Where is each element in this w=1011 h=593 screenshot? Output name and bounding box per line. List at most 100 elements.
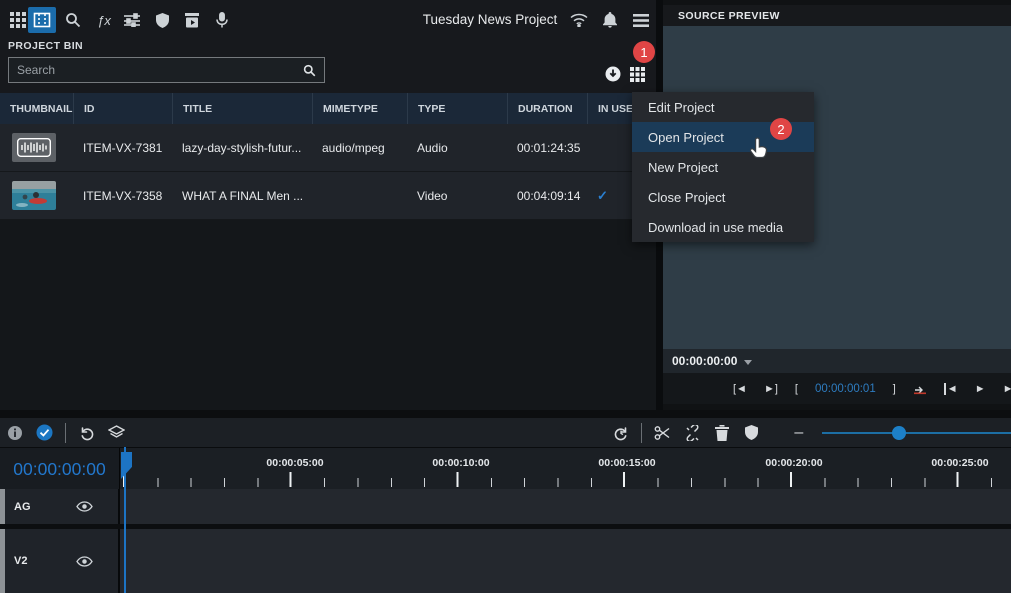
track-row-v2: V2 <box>0 529 1011 593</box>
menu-item-close-project[interactable]: Close Project <box>632 182 814 212</box>
ruler-label: 00:00:20:00 <box>754 457 834 469</box>
track-header[interactable]: V2 <box>0 529 120 593</box>
cell-id: ITEM-VX-7381 <box>73 141 172 155</box>
prev-frame-button[interactable]: ◄ <box>944 383 958 395</box>
ruler-label: 00:00:10:00 <box>421 457 501 469</box>
project-title: Tuesday News Project <box>420 12 560 27</box>
marker-shield-icon[interactable] <box>737 425 766 440</box>
wifi-icon[interactable] <box>565 7 593 33</box>
project-bin-panel: ƒx Tuesday News Project <box>0 0 656 410</box>
media-table: THUMBNAIL ID TITLE MIMETYPE TYPE DURATIO… <box>0 93 656 220</box>
preview-timecode[interactable]: 00:00:00:00 <box>672 354 737 368</box>
source-preview-title: SOURCE PREVIEW <box>663 5 1011 26</box>
menu-item-download-in-use-media[interactable]: Download in use media <box>632 212 814 242</box>
timeline-ruler[interactable]: 00:00:05:00 00:00:10:00 00:00:15:00 00:0… <box>121 448 1011 490</box>
eye-icon[interactable] <box>76 556 93 567</box>
cell-type: Audio <box>407 141 507 155</box>
media-export-icon[interactable] <box>178 7 206 33</box>
adjustments-icon[interactable] <box>118 7 146 33</box>
autosave-check-icon[interactable] <box>29 424 58 441</box>
video-thumbnail <box>12 181 56 210</box>
col-title[interactable]: TITLE <box>172 93 312 124</box>
search-icon[interactable] <box>59 7 87 33</box>
delete-icon[interactable] <box>707 425 736 441</box>
play-button[interactable]: ► <box>975 383 986 395</box>
panel-title: PROJECT BIN <box>8 40 83 52</box>
search-submit-icon[interactable] <box>303 64 316 77</box>
col-id[interactable]: ID <box>73 93 172 124</box>
slider-handle[interactable] <box>892 426 906 440</box>
mark-out-button[interactable]: ] <box>893 383 896 395</box>
timeline-ruler-row: 00:00:00:00 00:00:05:00 00:00:10:00 00:0… <box>0 447 1011 489</box>
track-row-ag: AG <box>0 489 1011 524</box>
ruler-label: 00:00:15:00 <box>587 457 667 469</box>
track-lane <box>120 489 1011 524</box>
info-icon[interactable] <box>0 425 29 441</box>
track-name: V2 <box>14 555 27 567</box>
cell-duration: 00:01:24:35 <box>507 141 587 155</box>
preview-timecode-bar: 00:00:00:00 <box>663 349 1011 373</box>
layers-icon[interactable] <box>101 425 130 440</box>
unlink-icon[interactable] <box>678 425 707 441</box>
track-grip-handle[interactable] <box>0 489 5 524</box>
cell-duration: 00:04:09:14 <box>507 189 587 203</box>
cell-mimetype: audio/mpeg <box>312 141 407 155</box>
track-header[interactable]: AG <box>0 489 120 524</box>
timeline-zoom-slider[interactable] <box>822 426 1011 440</box>
cut-icon[interactable] <box>648 425 677 441</box>
col-mimetype[interactable]: MIMETYPE <box>312 93 407 124</box>
cell-id: ITEM-VX-7358 <box>73 189 172 203</box>
col-type[interactable]: TYPE <box>407 93 507 124</box>
bin-empty-area <box>0 220 656 410</box>
in-use-check-icon: ✓ <box>587 188 638 204</box>
col-in-use[interactable]: IN USE <box>587 93 638 124</box>
next-frame-button[interactable]: ► <box>1003 383 1011 395</box>
track-grip-handle[interactable] <box>0 529 5 593</box>
project-grid-icon[interactable] <box>630 67 645 82</box>
annotation-step-1: 1 <box>633 41 655 63</box>
notifications-icon[interactable] <box>596 7 624 33</box>
table-row[interactable]: ITEM-VX-7358 WHAT A FINAL Men ... Video … <box>0 172 656 220</box>
cell-title: WHAT A FINAL Men ... <box>172 189 312 203</box>
ruler-label: 00:00:25:00 <box>920 457 1000 469</box>
goto-in-button[interactable]: [◄ <box>733 383 747 395</box>
app-toolbar: ƒx Tuesday News Project <box>0 0 656 40</box>
search-box <box>8 57 325 83</box>
cell-title: lazy-day-stylish-futur... <box>172 141 312 155</box>
transport-controls: [◄ ►] [ 00:00:00:01 ] ◄ ► ► <box>663 373 1011 404</box>
download-icon[interactable] <box>605 66 621 82</box>
undo-icon[interactable] <box>72 425 101 441</box>
microphone-icon[interactable] <box>208 7 236 33</box>
goto-out-button[interactable]: ►] <box>764 383 778 395</box>
transport-timecode[interactable]: 00:00:00:01 <box>815 383 876 395</box>
col-duration[interactable]: DURATION <box>507 93 587 124</box>
menu-item-new-project[interactable]: New Project <box>632 152 814 182</box>
audio-thumbnail <box>12 133 56 162</box>
table-header: THUMBNAIL ID TITLE MIMETYPE TYPE DURATIO… <box>0 93 656 124</box>
track-lane <box>120 529 1011 593</box>
playhead-timecode: 00:00:00:00 <box>0 448 120 490</box>
mark-in-button[interactable]: [ <box>795 383 798 395</box>
chevron-down-icon[interactable] <box>744 360 752 365</box>
shield-icon[interactable] <box>148 7 176 33</box>
track-name: AG <box>14 501 31 513</box>
menu-icon[interactable] <box>627 7 655 33</box>
annotation-step-2: 2 <box>770 118 792 140</box>
search-input[interactable] <box>9 63 303 77</box>
cell-type: Video <box>407 189 507 203</box>
timeline-toolbar: – <box>0 418 1011 447</box>
timeline-panel: – 00:00:00:00 00:00:05:00 00:00:10:00 00… <box>0 410 1011 593</box>
ruler-label: 00:00:05:00 <box>255 457 335 469</box>
zoom-out-icon[interactable]: – <box>784 424 813 442</box>
insert-edit-icon[interactable] <box>913 383 927 395</box>
col-thumbnail[interactable]: THUMBNAIL <box>0 93 73 124</box>
ruler-ticks-major <box>121 472 1011 487</box>
project-bin-icon[interactable] <box>28 7 56 33</box>
eye-icon[interactable] <box>76 501 93 512</box>
effects-icon[interactable]: ƒx <box>90 7 118 33</box>
history-icon[interactable] <box>606 425 635 441</box>
table-row[interactable]: ITEM-VX-7381 lazy-day-stylish-futur... a… <box>0 124 656 172</box>
menu-item-edit-project[interactable]: Edit Project <box>632 92 814 122</box>
project-context-menu: Edit Project Open Project New Project Cl… <box>632 92 814 242</box>
hand-cursor-icon <box>748 136 770 162</box>
